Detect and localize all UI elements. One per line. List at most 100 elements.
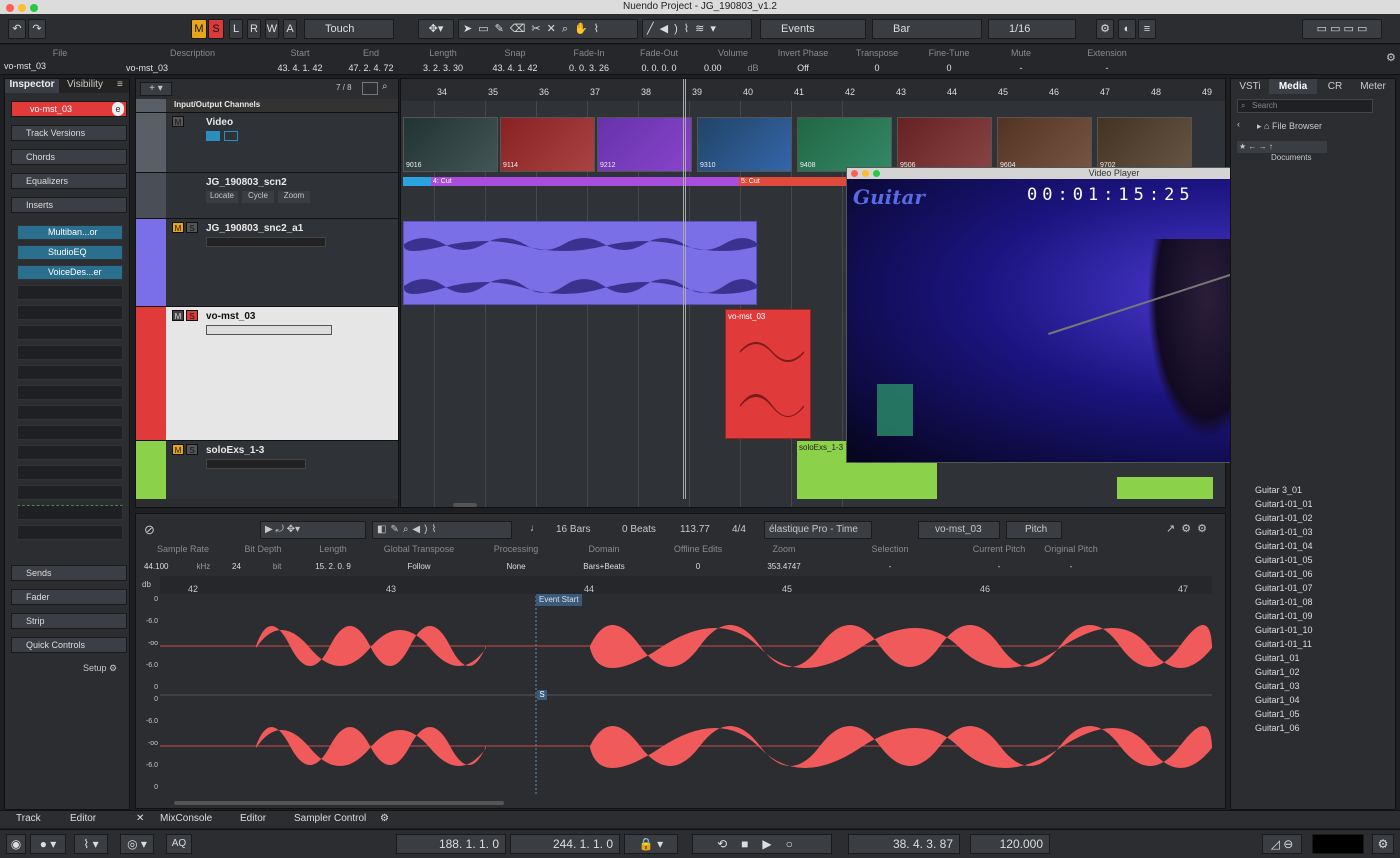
file-list-item[interactable]: Guitar1-01_05 (1255, 555, 1313, 565)
lower-zone-settings-icon[interactable]: ⚙ (380, 813, 389, 824)
track-audio-3-controls[interactable] (206, 459, 306, 469)
layout-zones-icon[interactable]: ▭ ▭ ▭ ▭ (1302, 19, 1382, 39)
window-zone-icon[interactable]: ≡ (1138, 19, 1156, 39)
folder-track[interactable]: Input/Output Channels (136, 99, 398, 113)
undo-icon[interactable]: ↶ (8, 19, 26, 39)
tab-vsti[interactable]: VSTi (1235, 79, 1265, 94)
info-global-transpose-value[interactable]: Follow (382, 562, 456, 571)
event-start-marker[interactable]: Event Start (536, 594, 582, 606)
file-list-item[interactable]: Guitar1-01_02 (1255, 513, 1313, 523)
marker-region-cut-4[interactable]: 4: Cut (431, 177, 739, 186)
info-invert-phase[interactable]: Invert Phase Off (772, 45, 834, 75)
tempo-display[interactable]: 120.000 (970, 834, 1050, 854)
editor-close-icon[interactable]: ⊘ (144, 522, 155, 538)
insert-slot-11[interactable] (17, 425, 123, 440)
track-marker[interactable]: JG_190803_scn2 Locate Cycle Zoom (136, 173, 398, 219)
track-audio-1-mute[interactable]: M (172, 222, 184, 233)
timeline-ruler[interactable]: 34 35 36 37 38 39 40 41 42 43 44 45 46 4… (401, 79, 1225, 101)
video-thumb-icon[interactable] (206, 131, 220, 141)
file-list-item[interactable]: Guitar1_05 (1255, 709, 1300, 719)
tab-visibility[interactable]: Visibility (67, 79, 103, 90)
minimize-icon[interactable] (862, 170, 869, 177)
transport-settings-icon[interactable]: ⚙ (1372, 834, 1394, 854)
file-list-item[interactable]: Guitar1-01_10 (1255, 625, 1313, 635)
search-input[interactable]: ⌕ Search (1237, 99, 1373, 113)
constrain-delay-icon[interactable]: ✥▾ (418, 19, 454, 39)
horizontal-scrollbar[interactable] (453, 503, 477, 507)
file-list-item[interactable]: Guitar1_04 (1255, 695, 1300, 705)
info-extension[interactable]: Extension - (1076, 45, 1138, 75)
tab-meter[interactable]: Meter (1353, 79, 1393, 94)
track-audio-3[interactable]: M SsoloExs_1-3 (136, 441, 398, 499)
sync-icon[interactable]: ◎ ▾ (120, 834, 154, 854)
track-audio-1-solo[interactable]: S (186, 222, 198, 233)
section-quick-controls[interactable]: Quick Controls (11, 637, 127, 653)
close-window-icon[interactable] (6, 4, 14, 12)
bars-value[interactable]: 16 Bars (556, 524, 590, 535)
info-domain-value[interactable]: Bars+Beats (574, 562, 634, 571)
tab-cr[interactable]: CR (1321, 79, 1349, 94)
left-locator[interactable]: 188. 1. 1. 0 (396, 834, 506, 854)
info-description[interactable]: Description vo-mst_03 (120, 45, 265, 75)
file-list-item[interactable]: Guitar1_01 (1255, 653, 1300, 663)
quantize-settings-icon[interactable]: ⚙ (1096, 19, 1114, 39)
tab-mixconsole[interactable]: MixConsole (160, 813, 212, 824)
transport-controls[interactable]: ⟲■▶○ (692, 834, 832, 854)
quantize-select[interactable]: 1/16 (988, 19, 1076, 39)
insert-slot-8[interactable] (17, 365, 123, 380)
video-thumbnail[interactable]: 9408 (797, 117, 892, 172)
browser-nav-icons[interactable]: ★ ← → ↑ (1237, 141, 1327, 153)
tab-editor[interactable]: Editor (240, 813, 266, 824)
tab-media[interactable]: Media (1269, 79, 1317, 94)
insert-slot-13[interactable] (17, 465, 123, 480)
file-list-item[interactable]: Guitar1-01_09 (1255, 611, 1313, 621)
activity-icon[interactable]: ◉ (6, 834, 26, 854)
minimize-window-icon[interactable] (18, 4, 26, 12)
marker-region-cut-5[interactable]: 5: Cut (739, 177, 849, 186)
file-browser-breadcrumb[interactable]: ▸ ⌂ File Browser (1257, 121, 1322, 132)
tab-track[interactable]: Track (16, 813, 41, 824)
insert-slot-2[interactable]: StudioEQ (17, 245, 123, 260)
track-audio-3-mute[interactable]: M (172, 444, 184, 455)
snap-mode-icon[interactable]: ◐ (1118, 19, 1136, 39)
info-processing-value[interactable]: None (486, 562, 546, 571)
file-list-item[interactable]: Guitar1-01_06 (1255, 569, 1313, 579)
info-offline-edits-value[interactable]: 0 (666, 562, 730, 571)
info-selection-value[interactable]: - (862, 562, 918, 571)
section-chords[interactable]: Chords (11, 149, 127, 165)
track-audio-2[interactable]: M Svo-mst_03 (136, 307, 398, 441)
zoom-icon[interactable] (873, 170, 880, 177)
video-thumbnail[interactable]: 9310 (697, 117, 792, 172)
zoom-button[interactable]: Zoom (278, 191, 310, 203)
track-search-icon[interactable]: ⌕ (382, 81, 388, 92)
tab-inspector[interactable]: Inspector (5, 79, 59, 93)
insert-slot-5[interactable] (17, 305, 123, 320)
close-icon[interactable] (851, 170, 858, 177)
info-volume[interactable]: Volume 0.00 dB (700, 45, 766, 75)
tab-editor-left[interactable]: Editor (70, 813, 96, 824)
info-start[interactable]: Start 43. 4. 1. 42 (268, 45, 332, 75)
audio-clip-snc2[interactable] (403, 221, 758, 305)
marker-icons[interactable]: ◿ ⊖ (1262, 834, 1302, 854)
listen-button[interactable]: L (229, 19, 243, 39)
file-list-item[interactable]: Guitar1-01_03 (1255, 527, 1313, 537)
sync-point-marker[interactable]: S (537, 690, 547, 700)
section-strip[interactable]: Strip (11, 613, 127, 629)
audio-clip-vo[interactable]: vo-mst_03 (725, 309, 811, 439)
video-thumbnail[interactable]: 9016 (403, 117, 498, 172)
locate-button[interactable]: Locate (206, 191, 238, 203)
add-track-button[interactable]: + ▾ (140, 82, 172, 96)
info-fine-tune[interactable]: Fine-Tune 0 (918, 45, 980, 75)
file-list-item[interactable]: Guitar1-01_04 (1255, 541, 1313, 551)
snap-type-select[interactable]: Events (760, 19, 866, 39)
aq-button[interactable]: AQ (166, 834, 192, 854)
video-thumbnail[interactable]: 9702 (1097, 117, 1192, 172)
record-mode-icon[interactable]: ● ▾ (30, 834, 66, 854)
insert-slot-7[interactable] (17, 345, 123, 360)
audio-clip-solo-2[interactable] (1117, 477, 1213, 499)
waveform-area[interactable] (160, 596, 1212, 796)
insert-slot-9[interactable] (17, 385, 123, 400)
section-track-versions[interactable]: Track Versions (11, 125, 127, 141)
video-thumbnail[interactable]: 9506 (897, 117, 992, 172)
inspector-track-name[interactable]: vo-mst_03 e (11, 101, 127, 117)
